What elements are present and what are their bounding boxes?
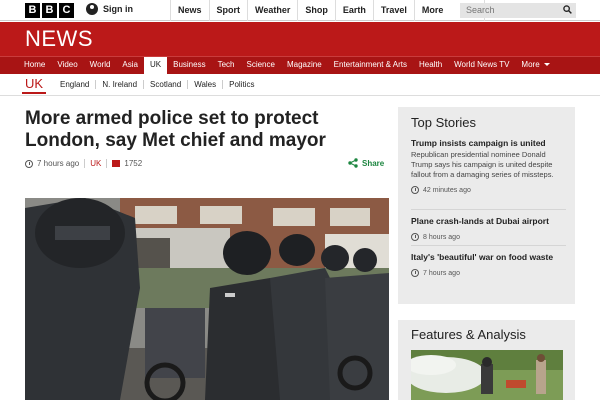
share-label: Share: [362, 158, 385, 168]
story-time-text: 7 hours ago: [423, 269, 460, 277]
section-item-video[interactable]: Video: [51, 57, 83, 74]
section-item-health[interactable]: Health: [413, 57, 448, 74]
user-icon: [86, 3, 98, 15]
story-time-text: 8 hours ago: [423, 233, 460, 241]
subnav-item-n-ireland[interactable]: N. Ireland: [95, 80, 143, 89]
signin-label: Sign in: [103, 4, 133, 14]
logo-letter: C: [59, 3, 74, 18]
article-headline: More armed police set to protect London,…: [25, 108, 326, 151]
subnav-item-politics[interactable]: Politics: [222, 80, 260, 89]
section-item-business[interactable]: Business: [167, 57, 211, 74]
subnav-item-scotland[interactable]: Scotland: [143, 80, 187, 89]
top-stories-title: Top Stories: [411, 115, 477, 130]
story-title[interactable]: Italy's 'beautiful' war on food waste: [411, 252, 566, 263]
features-title: Features & Analysis: [411, 327, 526, 342]
clock-icon: [411, 186, 419, 194]
signin-link[interactable]: Sign in: [86, 3, 133, 15]
subnav-item-england[interactable]: England: [54, 80, 95, 89]
section-item-magazine[interactable]: Magazine: [281, 57, 328, 74]
news-banner: NEWS: [0, 22, 600, 56]
clock-icon: [411, 269, 419, 277]
section-item-tech[interactable]: Tech: [212, 57, 241, 74]
story-time: 8 hours ago: [411, 233, 566, 241]
topnav-sport[interactable]: Sport: [208, 0, 248, 21]
story-time: 42 minutes ago: [411, 186, 566, 194]
story-time: 7 hours ago: [411, 269, 566, 277]
story-divider: [411, 245, 566, 246]
article-hero-image: [25, 198, 389, 400]
section-item-entertainment[interactable]: Entertainment & Arts: [328, 57, 413, 74]
share-icon: [348, 158, 358, 168]
search-input[interactable]: Search: [460, 3, 576, 18]
subnav-list: England N. Ireland Scotland Wales Politi…: [54, 80, 260, 89]
article-meta: 7 hours ago UK 1752: [25, 159, 142, 168]
comment-count[interactable]: 1752: [124, 159, 142, 168]
features-panel: Features & Analysis: [398, 320, 575, 400]
topnav-weather[interactable]: Weather: [247, 0, 297, 21]
section-item-world-news-tv[interactable]: World News TV: [448, 57, 515, 74]
section-item-asia[interactable]: Asia: [116, 57, 144, 74]
search-placeholder: Search: [466, 5, 495, 15]
top-nav: News Sport Weather Shop Earth Travel Mor…: [170, 0, 485, 21]
clock-icon: [411, 233, 419, 241]
story-item[interactable]: Plane crash-lands at Dubai airport 8 hou…: [411, 216, 566, 241]
subnav-current[interactable]: UK: [21, 76, 47, 94]
topnav-earth[interactable]: Earth: [334, 0, 373, 21]
section-item-world[interactable]: World: [84, 57, 117, 74]
comment-icon[interactable]: [112, 160, 121, 167]
section-nav: Home Video World Asia UK Business Tech S…: [0, 56, 600, 74]
logo-letter: B: [42, 3, 57, 18]
story-item[interactable]: Trump insists campaign is united Republi…: [411, 138, 566, 194]
section-item-more[interactable]: More: [515, 57, 555, 74]
story-divider: [411, 209, 566, 210]
section-item-uk[interactable]: UK: [143, 57, 168, 74]
meta-divider: [106, 159, 108, 168]
topnav-news[interactable]: News: [170, 0, 209, 21]
subnav-item-wales[interactable]: Wales: [187, 80, 222, 89]
story-time-text: 42 minutes ago: [423, 186, 471, 194]
logo-letter: B: [25, 3, 40, 18]
bbc-logo[interactable]: B B C: [25, 3, 74, 18]
topnav-shop[interactable]: Shop: [297, 0, 335, 21]
news-title[interactable]: NEWS: [25, 26, 93, 52]
story-title[interactable]: Trump insists campaign is united: [411, 138, 566, 149]
meta-divider: [84, 159, 86, 168]
clock-icon: [25, 159, 33, 168]
topnav-travel[interactable]: Travel: [372, 0, 414, 21]
masthead: B B C Sign in News Sport Weather Shop Ea…: [0, 0, 600, 21]
article-time: 7 hours ago: [37, 159, 80, 168]
feature-image[interactable]: [411, 350, 563, 400]
sub-nav: UK England N. Ireland Scotland Wales Pol…: [0, 74, 600, 96]
story-title[interactable]: Plane crash-lands at Dubai airport: [411, 216, 566, 227]
share-button[interactable]: Share: [348, 158, 384, 168]
top-stories-panel: Top Stories Trump insists campaign is un…: [398, 107, 575, 304]
article-section-link[interactable]: UK: [90, 159, 101, 168]
story-summary: Republican presidential nominee Donald T…: [411, 150, 554, 179]
search-icon[interactable]: [563, 5, 572, 14]
story-item[interactable]: Italy's 'beautiful' war on food waste 7 …: [411, 252, 566, 277]
section-item-science[interactable]: Science: [240, 57, 280, 74]
section-item-home[interactable]: Home: [18, 57, 51, 74]
